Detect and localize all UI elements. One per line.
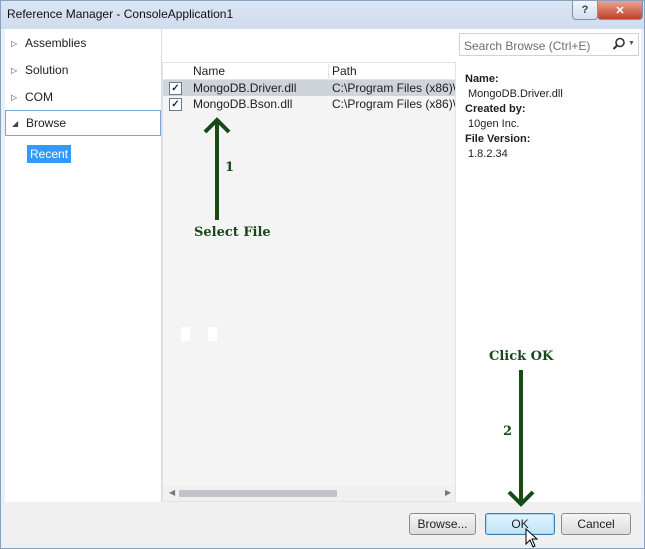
- nav-label: COM: [25, 90, 53, 104]
- detail-created-label: Created by:: [465, 103, 526, 115]
- detail-name-value: MongoDB.Driver.dll: [468, 88, 563, 100]
- cell-name: MongoDB.Bson.dll: [193, 97, 293, 111]
- title-bar: Reference Manager - ConsoleApplication1 …: [1, 1, 644, 29]
- search-input[interactable]: Search Browse (Ctrl+E) ▼: [459, 33, 639, 56]
- detail-created-value: 10gen Inc.: [468, 118, 520, 130]
- reference-manager-window: Reference Manager - ConsoleApplication1 …: [0, 0, 645, 549]
- scroll-left-icon[interactable]: ◀: [169, 488, 175, 497]
- down-arrow-icon: [507, 370, 535, 507]
- column-header-name[interactable]: Name: [193, 64, 329, 78]
- expand-arrow-icon: ▷: [11, 65, 18, 75]
- detail-name-label: Name:: [465, 73, 499, 85]
- search-icon[interactable]: [612, 37, 626, 51]
- row-checkbox[interactable]: ✓: [169, 82, 182, 95]
- nav-item-com[interactable]: ▷ COM: [5, 84, 161, 110]
- close-button[interactable]: ✕: [597, 1, 643, 20]
- detail-version-label: File Version:: [465, 133, 531, 145]
- step-1-label: Select File: [194, 225, 271, 240]
- nav-label: Solution: [25, 63, 69, 77]
- detail-version-value: 1.8.2.34: [468, 148, 508, 160]
- list-row[interactable]: ✓ MongoDB.Bson.dll C:\Program Files (x86…: [163, 96, 455, 112]
- search-placeholder: Search Browse (Ctrl+E): [464, 39, 591, 53]
- button-bar: Browse... OK Cancel: [5, 502, 641, 544]
- row-checkbox[interactable]: ✓: [169, 98, 182, 111]
- category-tree: ▷ Assemblies ▷ Solution ▷ COM ◢ Browse R…: [5, 29, 162, 502]
- nav-item-browse[interactable]: ◢ Browse: [5, 110, 161, 136]
- scroll-thumb[interactable]: [179, 490, 337, 497]
- expand-arrow-icon: ▷: [11, 92, 18, 102]
- nav-item-solution[interactable]: ▷ Solution: [5, 57, 161, 83]
- collapse-arrow-icon: ◢: [12, 118, 19, 128]
- cell-name: MongoDB.Driver.dll: [193, 81, 297, 95]
- mouse-pointer-icon: [525, 528, 539, 548]
- expand-arrow-icon: ▷: [11, 38, 18, 48]
- nav-label: Browse: [26, 116, 67, 130]
- dialog-body: ▷ Assemblies ▷ Solution ▷ COM ◢ Browse R…: [5, 29, 641, 544]
- window-title: Reference Manager - ConsoleApplication1: [7, 7, 234, 21]
- nav-item-assemblies[interactable]: ▷ Assemblies: [5, 30, 161, 56]
- cancel-button[interactable]: Cancel: [561, 513, 631, 535]
- column-header-path[interactable]: Path: [332, 64, 357, 78]
- white-mark: [208, 327, 217, 341]
- scroll-right-icon[interactable]: ▶: [445, 488, 451, 497]
- nav-item-recent[interactable]: Recent: [27, 145, 72, 163]
- list-header: Name Path: [163, 63, 455, 80]
- cell-path: C:\Program Files (x86)\Mo: [332, 81, 455, 95]
- ok-button[interactable]: OK: [485, 513, 555, 535]
- step-2-label: Click OK: [489, 349, 554, 364]
- browse-button[interactable]: Browse...: [409, 513, 476, 535]
- help-button[interactable]: ?: [572, 1, 598, 20]
- nav-label: Assemblies: [25, 36, 87, 50]
- details-panel: Name: MongoDB.Driver.dll Created by: 10g…: [465, 72, 563, 162]
- white-mark: [181, 327, 190, 341]
- step-1-number: 1: [225, 160, 235, 175]
- chevron-down-icon[interactable]: ▼: [628, 40, 635, 47]
- horizontal-scrollbar[interactable]: ◀ ▶: [163, 486, 455, 501]
- list-row[interactable]: ✓ MongoDB.Driver.dll C:\Program Files (x…: [163, 80, 455, 96]
- cell-path: C:\Program Files (x86)\Mo: [332, 97, 455, 111]
